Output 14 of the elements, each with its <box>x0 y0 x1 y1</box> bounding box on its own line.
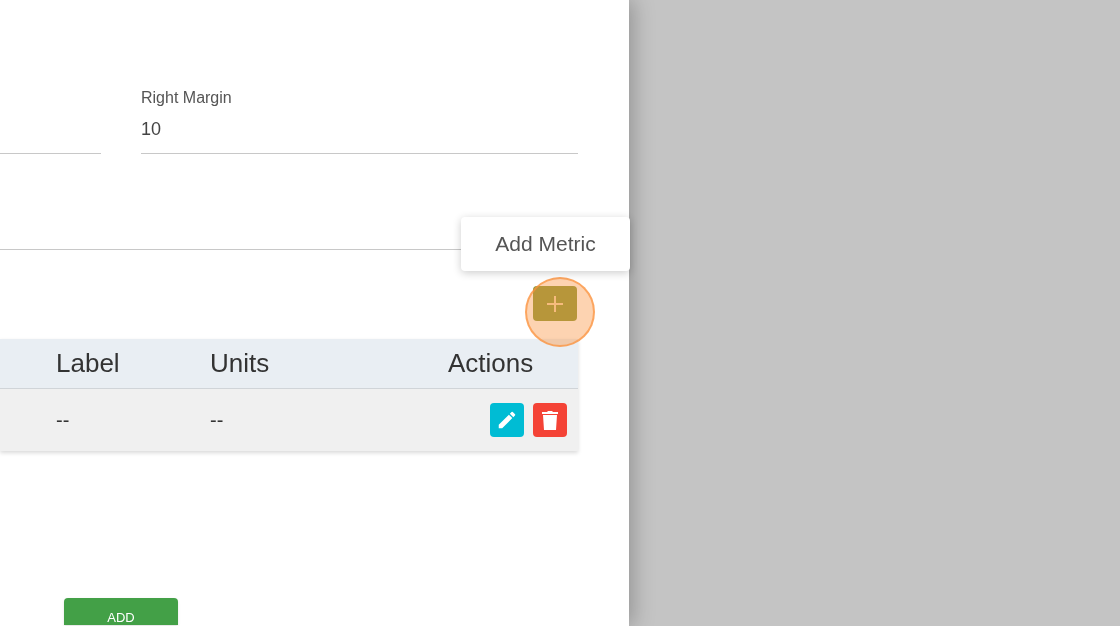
delete-button[interactable] <box>533 403 567 437</box>
pencil-icon <box>496 409 518 431</box>
table-cell-text: -- <box>210 408 225 433</box>
field-label: Right Margin <box>141 88 232 108</box>
edit-button[interactable] <box>490 403 524 437</box>
field-value[interactable]: 10 <box>141 116 162 143</box>
column-header: Actions <box>448 347 535 380</box>
column-header: Units <box>210 347 271 380</box>
add-metric-button[interactable] <box>533 286 577 321</box>
plus-icon <box>546 294 564 313</box>
trash-icon <box>540 409 560 431</box>
column-header: Label <box>55 347 121 380</box>
tooltip: Add Metric <box>461 217 630 271</box>
table-cell-text: -- <box>55 408 71 433</box>
